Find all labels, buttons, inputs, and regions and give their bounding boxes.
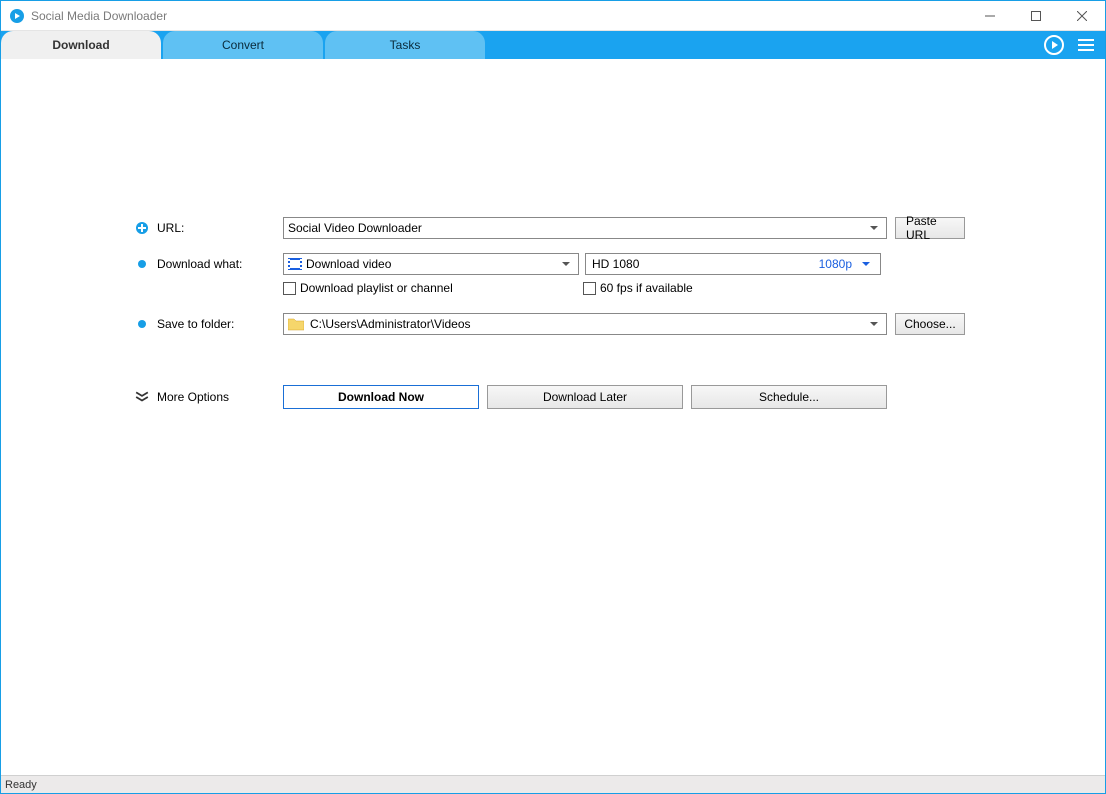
checkbox-icon [283,282,296,295]
quality-value: HD 1080 [592,257,819,271]
statusbar: Ready [1,775,1105,793]
quality-tag: 1080p [819,257,852,271]
more-options-row: More Options Download Now Download Later… [135,385,965,409]
folder-select[interactable]: C:\Users\Administrator\Videos [283,313,887,335]
fps-checkbox-wrap[interactable]: 60 fps if available [583,281,883,295]
tab-tasks-label: Tasks [390,38,421,52]
download-type-select[interactable]: Download video [283,253,579,275]
tab-tasks[interactable]: Tasks [325,31,485,59]
chevron-down-icon [866,224,882,232]
more-options-label[interactable]: More Options [157,390,283,404]
paste-url-button[interactable]: Paste URL [895,217,965,239]
schedule-label: Schedule... [759,390,819,404]
checkbox-icon [583,282,596,295]
tab-convert-label: Convert [222,38,264,52]
tab-download-label: Download [52,38,109,52]
bullet-icon [135,317,149,331]
chevron-down-icon [858,260,874,268]
download-now-button[interactable]: Download Now [283,385,479,409]
content-area: URL: Social Video Downloader Paste URL [1,59,1105,775]
url-label: URL: [157,221,283,235]
tab-download[interactable]: Download [1,31,161,59]
download-what-label: Download what: [157,257,283,271]
chevron-down-icon [866,320,882,328]
download-type-value: Download video [306,257,558,271]
download-later-label: Download Later [543,390,627,404]
url-input[interactable]: Social Video Downloader [283,217,887,239]
choose-folder-label: Choose... [904,317,955,331]
folder-label: Save to folder: [157,317,283,331]
quality-select[interactable]: HD 1080 1080p [585,253,881,275]
bullet-icon [135,257,149,271]
playlist-checkbox-wrap[interactable]: Download playlist or channel [283,281,583,295]
download-what-row: Download what: Download video HD 1080 10 [135,253,965,275]
menu-icon[interactable] [1075,34,1097,56]
checkbox-row: Download playlist or channel 60 fps if a… [135,277,965,295]
schedule-button[interactable]: Schedule... [691,385,887,409]
close-button[interactable] [1059,1,1105,31]
app-icon [9,8,25,24]
paste-url-label: Paste URL [906,214,954,242]
url-value: Social Video Downloader [288,221,866,235]
download-form: URL: Social Video Downloader Paste URL [135,217,965,423]
download-now-label: Download Now [338,390,424,404]
status-text: Ready [5,779,37,791]
chevron-down-icon [558,260,574,268]
plus-circle-icon [135,221,149,235]
folder-icon [288,317,304,331]
titlebar: Social Media Downloader [1,1,1105,31]
tabbar: Download Convert Tasks [1,31,1105,59]
fps-checkbox-label: 60 fps if available [600,281,693,295]
window-title: Social Media Downloader [31,9,167,23]
maximize-button[interactable] [1013,1,1059,31]
download-later-button[interactable]: Download Later [487,385,683,409]
double-chevron-down-icon[interactable] [135,390,149,404]
play-circle-icon[interactable] [1043,34,1065,56]
film-icon [288,257,302,271]
tab-convert[interactable]: Convert [163,31,323,59]
folder-value: C:\Users\Administrator\Videos [310,317,866,331]
url-row: URL: Social Video Downloader Paste URL [135,217,965,239]
playlist-checkbox-label: Download playlist or channel [300,281,453,295]
minimize-button[interactable] [967,1,1013,31]
app-window: Social Media Downloader Download Convert… [0,0,1106,794]
choose-folder-button[interactable]: Choose... [895,313,965,335]
folder-row: Save to folder: C:\Users\Administrator\V… [135,313,965,335]
